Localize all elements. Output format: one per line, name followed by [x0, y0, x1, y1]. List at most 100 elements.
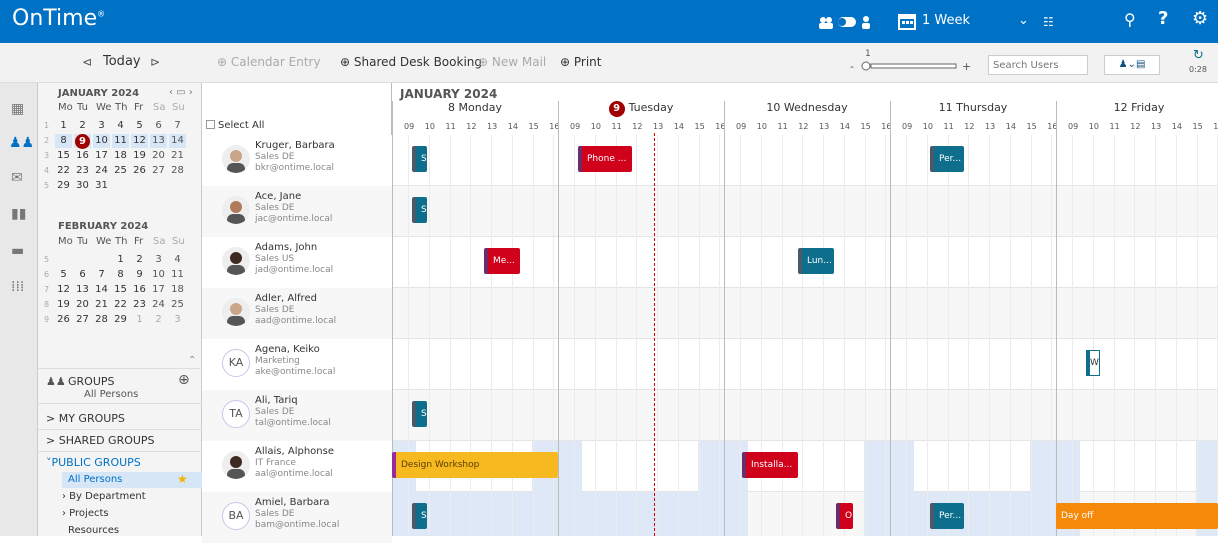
mini-cal-day[interactable]: 13: [150, 134, 167, 148]
mini-cal-day[interactable]: 6: [150, 119, 167, 133]
person-row[interactable]: Allais, Alphonse IT France aal@ontime.loca…: [202, 441, 392, 492]
mail-icon[interactable]: ✉: [11, 170, 23, 186]
mini-cal-day[interactable]: 6: [74, 268, 91, 282]
mini-cal-day[interactable]: 20: [74, 298, 91, 312]
mini-cal-day[interactable]: 23: [74, 164, 91, 178]
calendar-event[interactable]: Design Workshop: [392, 452, 558, 478]
mini-cal-day[interactable]: 7: [93, 268, 110, 282]
person-row[interactable]: Adams, John Sales US jad@ontime.local: [202, 237, 392, 288]
mini-cal-day[interactable]: 23: [131, 298, 148, 312]
mini-cal-day[interactable]: 1: [55, 119, 72, 133]
mini-cal-day[interactable]: 13: [74, 283, 91, 297]
mini-cal-day[interactable]: 24: [150, 298, 167, 312]
shared-desk-booking-button[interactable]: ⊕ Shared Desk Booking: [340, 55, 482, 69]
mini-cal-day[interactable]: 25: [112, 164, 129, 178]
mini-cal-day[interactable]: 7: [169, 119, 186, 133]
shared-groups-item[interactable]: > SHARED GROUPS: [46, 434, 155, 447]
calendar-event[interactable]: S.: [412, 503, 427, 529]
mini-cal-day[interactable]: 8: [112, 268, 129, 282]
mini-cal-day[interactable]: 5: [131, 119, 148, 133]
person-row[interactable]: BA Amiel, Barbara Sales DE bam@ontime.local: [202, 492, 392, 543]
mini-cal-day[interactable]: 17: [93, 149, 110, 163]
checkbox-icon[interactable]: [206, 120, 215, 129]
mini-cal-day[interactable]: 28: [93, 313, 110, 327]
mini-cal-day[interactable]: 21: [93, 298, 110, 312]
add-group-icon[interactable]: ⊕: [178, 372, 190, 388]
collapse-up-icon[interactable]: ⌃: [188, 355, 196, 366]
mini-cal-day[interactable]: 31: [93, 179, 110, 193]
mini-cal-day[interactable]: 4: [112, 119, 129, 133]
mini-cal-day[interactable]: 14: [93, 283, 110, 297]
person-row[interactable]: Kruger, Barbara Sales DE bkr@ontime.local: [202, 135, 392, 186]
mini-cal-day[interactable]: 30: [74, 179, 91, 193]
mini-cal-day[interactable]: 2: [131, 253, 148, 267]
zoom-slider[interactable]: [858, 61, 958, 71]
star-icon[interactable]: ★: [177, 472, 188, 486]
mini-cal-nav[interactable]: ‹ ▭ ›: [169, 87, 193, 98]
mini-cal-day[interactable]: 1: [131, 313, 148, 327]
calendar-event[interactable]: Installa...: [742, 452, 798, 478]
mini-cal-day[interactable]: 15: [112, 283, 129, 297]
day-header[interactable]: 11 Thursday: [890, 101, 1056, 114]
day-header[interactable]: 9 Tuesday: [558, 101, 724, 117]
zoom-out-button[interactable]: -: [850, 60, 854, 73]
mini-cal-day[interactable]: 17: [150, 283, 167, 297]
mini-cal-day[interactable]: 26: [131, 164, 148, 178]
by-department-item[interactable]: › By Department: [62, 491, 146, 502]
mini-cal-day[interactable]: 1: [112, 253, 129, 267]
mini-cal-day[interactable]: 3: [150, 253, 167, 267]
refresh-icon[interactable]: ↻: [1193, 48, 1204, 63]
view-selector[interactable]: 1 Week ⌄: [922, 13, 1029, 31]
mini-cal-day[interactable]: 18: [112, 149, 129, 163]
calendar-event[interactable]: W: [1086, 350, 1100, 376]
mini-cal-day[interactable]: 22: [112, 298, 129, 312]
calendar-event[interactable]: S.: [412, 401, 427, 427]
mini-cal-day[interactable]: 3: [169, 313, 186, 327]
calendar-event[interactable]: O: [836, 503, 853, 529]
calendar-event[interactable]: Per...: [930, 503, 964, 529]
today-button[interactable]: Today: [103, 54, 141, 69]
mini-cal-day[interactable]: 29: [112, 313, 129, 327]
stats-icon[interactable]: ▮▮: [11, 206, 26, 222]
mini-cal-day[interactable]: 2: [150, 313, 167, 327]
search-icon[interactable]: ⚲: [1124, 10, 1136, 29]
mini-cal-day[interactable]: 24: [93, 164, 110, 178]
calendar-event[interactable]: S.: [412, 146, 427, 172]
search-users-input[interactable]: [988, 55, 1088, 75]
mini-cal-day[interactable]: 8: [55, 134, 72, 148]
print-button[interactable]: ⊕ Print: [560, 55, 601, 69]
mini-cal-day[interactable]: 14: [169, 134, 186, 148]
help-icon[interactable]: ?: [1158, 8, 1168, 29]
mini-cal-day[interactable]: 3: [93, 119, 110, 133]
select-all[interactable]: Select All: [206, 120, 264, 131]
day-header[interactable]: 10 Wednesday: [724, 101, 890, 114]
mini-cal-day[interactable]: 4: [169, 253, 186, 267]
desk-icon[interactable]: ▬: [11, 243, 24, 259]
mini-cal-day[interactable]: 25: [169, 298, 186, 312]
people-icon[interactable]: ♟♟: [9, 135, 34, 151]
mini-cal-day[interactable]: 22: [55, 164, 72, 178]
mini-cal-day[interactable]: 28: [169, 164, 186, 178]
calendar-event[interactable]: Phone ...: [578, 146, 632, 172]
calendar-view-icon[interactable]: [897, 11, 917, 31]
person-row[interactable]: Ace, Jane Sales DE jac@ontime.local: [202, 186, 392, 237]
mini-cal-day[interactable]: 12: [55, 283, 72, 297]
mini-cal-day[interactable]: 16: [131, 283, 148, 297]
my-groups-item[interactable]: > MY GROUPS: [46, 412, 125, 425]
mini-cal-day[interactable]: 19: [55, 298, 72, 312]
all-persons-item[interactable]: All Persons ★: [62, 472, 202, 488]
mini-cal-day[interactable]: 15: [55, 149, 72, 163]
user-resource-selector[interactable]: ♟⌄▤: [1104, 55, 1160, 75]
mini-cal-day[interactable]: 26: [55, 313, 72, 327]
mini-cal-day[interactable]: 5: [55, 268, 72, 282]
person-row[interactable]: TA Ali, Tariq Sales DE tal@ontime.local: [202, 390, 392, 441]
mini-cal-day[interactable]: 11: [169, 268, 186, 282]
projects-item[interactable]: › Projects: [62, 508, 109, 519]
people-toggle-icon[interactable]: [818, 14, 876, 30]
calendar-event[interactable]: Per...: [930, 146, 964, 172]
mini-cal-day[interactable]: 18: [169, 283, 186, 297]
settings-icon[interactable]: ⚙: [1192, 8, 1208, 29]
filter-icon[interactable]: ☷: [1043, 15, 1054, 29]
new-mail-button[interactable]: ⊕ New Mail: [478, 55, 546, 69]
mini-cal-day[interactable]: 2: [74, 119, 91, 133]
